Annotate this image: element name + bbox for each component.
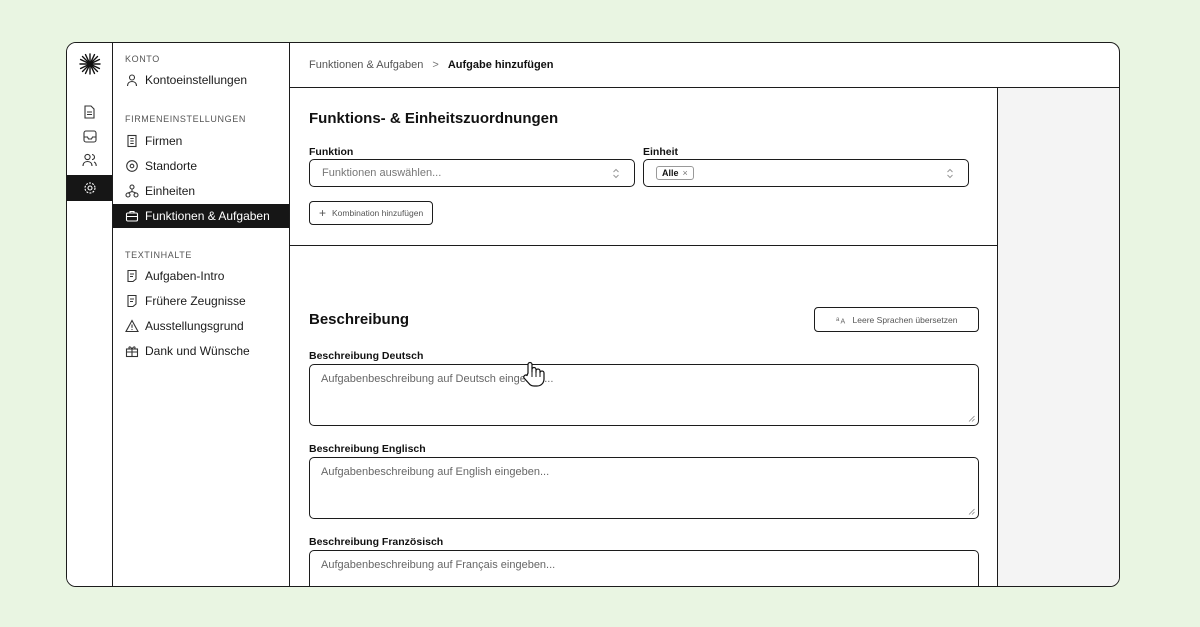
add-combination-button[interactable]: + Kombination hinzufügen <box>309 201 434 225</box>
sidebar-item-label: Standorte <box>145 159 198 173</box>
hand-cursor-icon <box>523 361 545 387</box>
sidebar-item-label: Frühere Zeugnisse <box>145 294 246 308</box>
rail-users-button[interactable] <box>67 147 112 173</box>
description-fr-placeholder: Aufgabenbeschreibung auf Français eingeb… <box>321 559 556 571</box>
description-en-placeholder: Aufgabenbeschreibung auf English eingebe… <box>321 466 550 478</box>
description-fr-textarea[interactable]: Aufgabenbeschreibung auf Français eingeb… <box>309 550 979 586</box>
sidebar-item-fruehere-zeugnisse[interactable]: Frühere Zeugnisse <box>113 289 289 313</box>
description-title: Beschreibung <box>309 311 410 328</box>
text-doc-icon <box>125 269 139 283</box>
chevron-updown-icon <box>947 168 953 179</box>
gift-icon <box>125 344 139 358</box>
sidebar-item-label: Firmen <box>145 134 183 148</box>
rail-documents-button[interactable] <box>67 99 112 125</box>
settings-sidebar: KONTO Kontoeinstellungen FIRMENEINSTELLU… <box>113 43 290 586</box>
sidebar-item-label: Aufgaben-Intro <box>145 269 225 283</box>
plus-icon: + <box>319 206 327 220</box>
rail-settings-button[interactable] <box>67 175 112 201</box>
resize-grip-icon[interactable] <box>968 508 975 515</box>
function-placeholder: Funktionen auswählen... <box>322 167 442 179</box>
assignments-section: Funktions- & Einheitszuordnungen Funktio… <box>290 88 997 246</box>
translate-empty-languages-button[interactable]: aA Leere Sprachen übersetzen <box>814 307 979 332</box>
resize-grip-icon[interactable] <box>968 415 975 422</box>
document-icon <box>84 105 95 119</box>
description-en-textarea[interactable]: Aufgabenbeschreibung auf English eingebe… <box>309 457 979 519</box>
section-title-textinhalte: TEXTINHALTE <box>125 250 192 260</box>
main-content: Funktions- & Einheitszuordnungen Funktio… <box>290 88 998 586</box>
unit-tag-remove-icon[interactable]: × <box>683 168 688 178</box>
add-combination-label: Kombination hinzufügen <box>332 208 424 218</box>
description-en-label: Beschreibung Englisch <box>309 443 426 455</box>
sidebar-item-aufgaben-intro[interactable]: Aufgaben-Intro <box>113 264 289 288</box>
sidebar-item-funktionen-aufgaben[interactable]: Funktionen & Aufgaben <box>113 204 289 228</box>
sidebar-item-dank-und-wuensche[interactable]: Dank und Wünsche <box>113 339 289 363</box>
rail-inbox-button[interactable] <box>67 123 112 149</box>
svg-text:A: A <box>840 319 845 325</box>
section-title-firmeneinstellungen: FIRMENEINSTELLUNGEN <box>125 114 246 124</box>
unit-tag: Alle × <box>656 166 694 180</box>
sidebar-item-label: Kontoeinstellungen <box>145 73 248 87</box>
unit-select[interactable]: Alle × <box>643 159 969 187</box>
sidebar-item-label: Funktionen & Aufgaben <box>145 209 270 223</box>
function-label: Funktion <box>309 146 354 158</box>
translate-button-label: Leere Sprachen übersetzen <box>852 314 958 325</box>
logo-icon <box>79 53 101 75</box>
gear-icon <box>83 182 96 194</box>
unit-tag-label: Alle <box>662 168 679 178</box>
sidebar-item-firmen[interactable]: Firmen <box>113 129 289 153</box>
breadcrumb-separator: > <box>432 59 439 71</box>
breadcrumb-parent-link[interactable]: Funktionen & Aufgaben <box>309 59 423 71</box>
assignments-title: Funktions- & Einheitszuordnungen <box>309 110 559 127</box>
warning-icon <box>125 319 139 333</box>
description-de-placeholder: Aufgabenbeschreibung auf Deutsch eingebe… <box>321 373 554 385</box>
description-de-label: Beschreibung Deutsch <box>309 350 424 362</box>
chevron-updown-icon <box>613 168 619 179</box>
function-select[interactable]: Funktionen auswählen... <box>309 159 635 187</box>
sidebar-item-kontoeinstellungen[interactable]: Kontoeinstellungen <box>113 68 289 92</box>
app-window: KONTO Kontoeinstellungen FIRMENEINSTELLU… <box>66 42 1120 587</box>
side-panel <box>998 88 1119 586</box>
description-de-textarea[interactable]: Aufgabenbeschreibung auf Deutsch eingebe… <box>309 364 979 426</box>
inbox-icon <box>82 129 97 143</box>
section-title-konto: KONTO <box>125 54 160 64</box>
breadcrumb-current: Aufgabe hinzufügen <box>447 59 554 71</box>
building-icon <box>125 134 139 148</box>
sidebar-item-label: Ausstellungsgrund <box>145 319 244 333</box>
user-icon <box>125 73 139 87</box>
users-icon <box>82 153 97 167</box>
sidebar-item-ausstellungsgrund[interactable]: Ausstellungsgrund <box>113 314 289 338</box>
icon-rail <box>67 43 113 586</box>
briefcase-icon <box>125 209 139 223</box>
sidebar-item-einheiten[interactable]: Einheiten <box>113 179 289 203</box>
sidebar-item-standorte[interactable]: Standorte <box>113 154 289 178</box>
map-pin-icon <box>125 159 139 173</box>
text-doc-icon <box>125 294 139 308</box>
svg-text:a: a <box>836 317 840 323</box>
description-fr-label: Beschreibung Französisch <box>309 536 444 548</box>
sidebar-item-label: Einheiten <box>145 184 196 198</box>
hierarchy-icon <box>125 184 139 198</box>
sidebar-item-label: Dank und Wünsche <box>145 344 250 358</box>
breadcrumb: Funktionen & Aufgaben > Aufgabe hinzufüg… <box>290 43 1119 88</box>
unit-label: Einheit <box>643 146 679 158</box>
translate-icon: aA <box>836 317 846 325</box>
